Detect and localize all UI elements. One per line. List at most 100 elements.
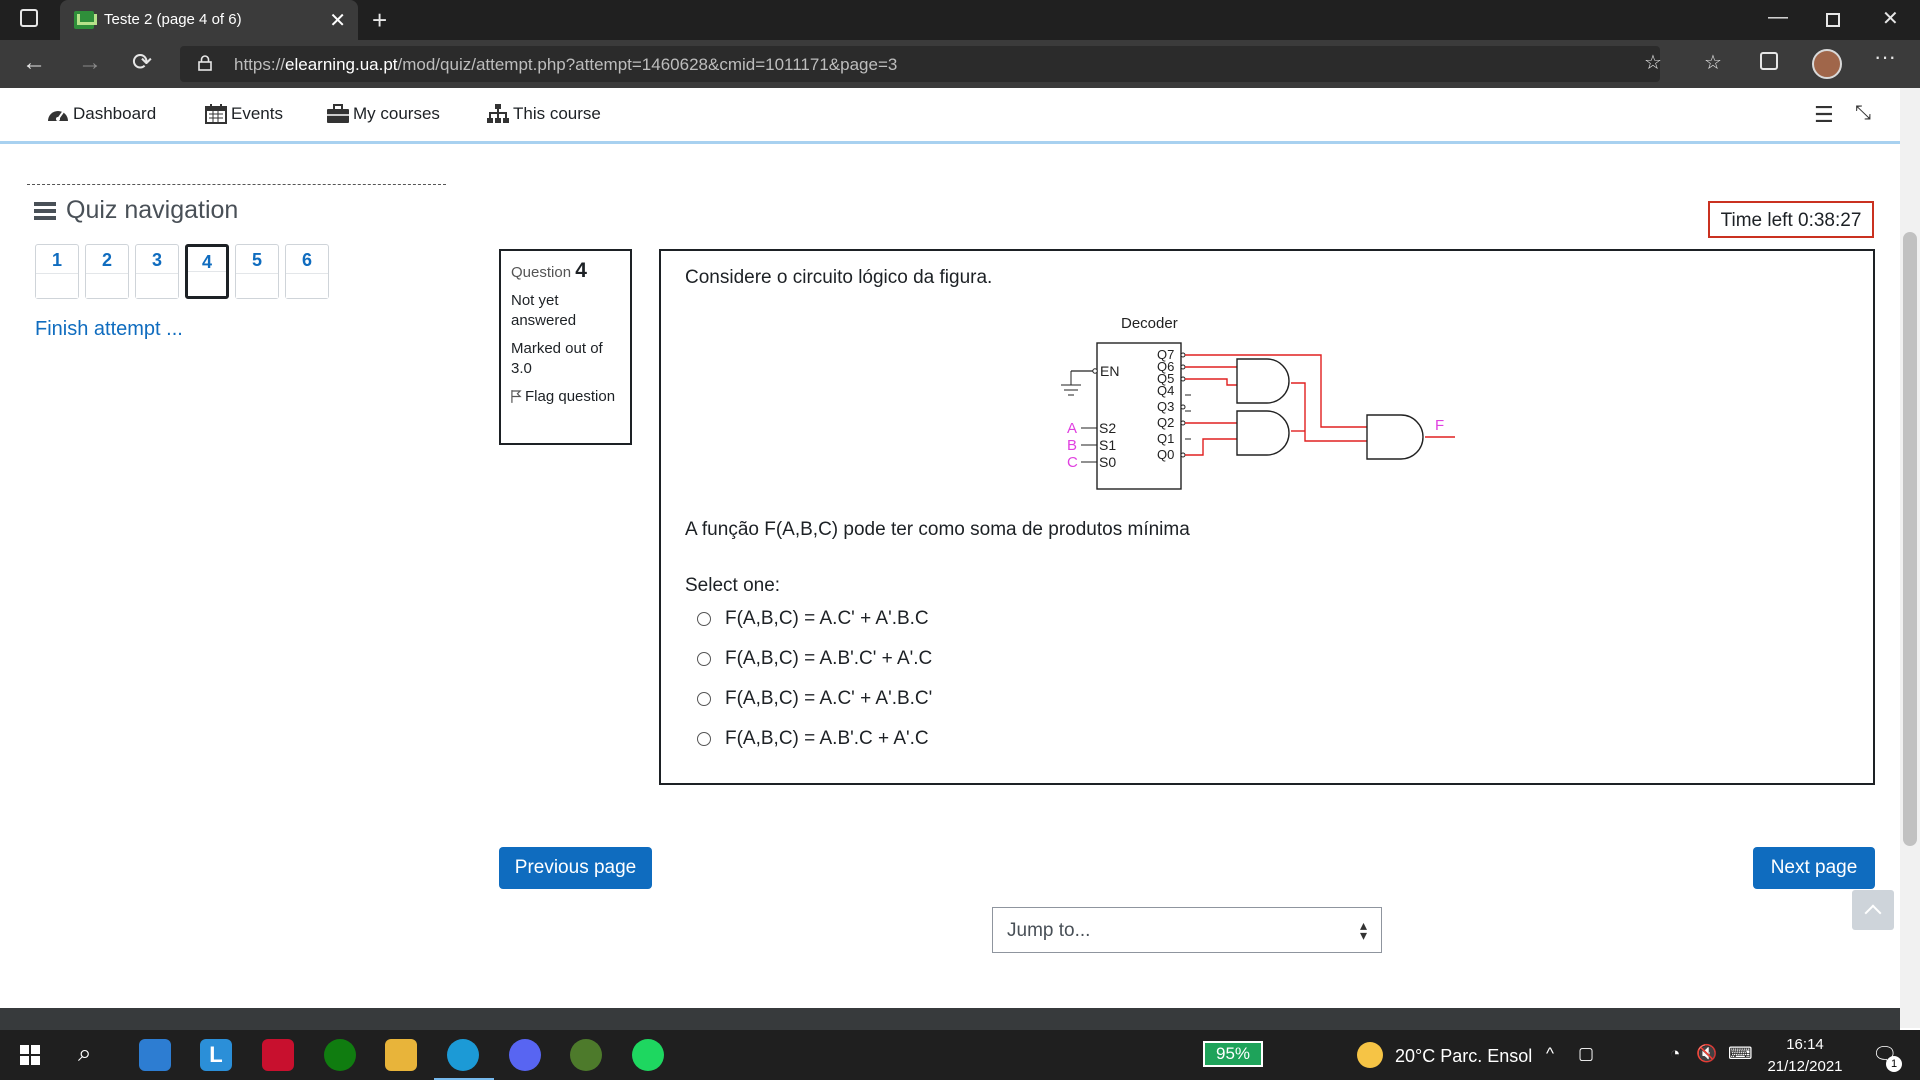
xbox-icon[interactable]	[324, 1039, 356, 1071]
show-hidden-icons-icon[interactable]: ^	[1546, 1044, 1554, 1064]
question-info: Question 4 Not yet answered Marked out o…	[499, 249, 632, 445]
windows-taskbar: ⌕ L	[0, 1030, 1920, 1080]
discord-icon[interactable]	[509, 1039, 541, 1071]
answer-option-4[interactable]: F(A,B,C) = A.B'.C + A'.C	[697, 728, 929, 750]
svg-text:Q3: Q3	[1157, 399, 1174, 414]
add-favorite-icon[interactable]: ☆	[1644, 50, 1662, 75]
spotify-icon[interactable]	[632, 1039, 664, 1071]
svg-text:A: A	[1067, 420, 1077, 437]
en-label: EN	[1100, 363, 1119, 379]
volume-muted-icon[interactable]: 🔇	[1696, 1044, 1717, 1064]
select-one-label: Select one:	[685, 575, 781, 596]
profile-avatar[interactable]	[1812, 49, 1842, 79]
question-content: Considere o circuito lógico da figura. D…	[659, 249, 1875, 785]
weather-icon	[1357, 1042, 1383, 1068]
search-icon[interactable]: ⌕	[78, 1040, 91, 1068]
browser-tab[interactable]: Teste 2 (page 4 of 6) ✕	[60, 0, 358, 40]
finish-attempt-link[interactable]: Finish attempt ...	[35, 318, 183, 341]
quiz-nav-question-5[interactable]: 5	[235, 244, 279, 299]
output-f-label: F	[1435, 417, 1444, 434]
weather-widget[interactable]: 20°C Parc. Ensol	[1395, 1046, 1532, 1067]
calendar-icon	[205, 104, 227, 124]
tfp-app-icon[interactable]	[570, 1039, 602, 1071]
quiz-nav-question-6[interactable]: 6	[285, 244, 329, 299]
scrollbar-thumb[interactable]	[1903, 232, 1917, 846]
browser-address-bar: ← → ⟳ https://elearning.ua.pt/mod/quiz/a…	[0, 40, 1920, 88]
decoder-label: Decoder	[1121, 315, 1178, 332]
select-arrows-icon: ▴ ▾	[1359, 917, 1367, 943]
jump-to-select[interactable]: Jump to... ▴ ▾	[992, 907, 1382, 953]
battery-indicator[interactable]: 95%	[1203, 1041, 1263, 1067]
network-icon[interactable]: ◔	[1670, 1044, 1680, 1064]
svg-text:Q0: Q0	[1157, 447, 1174, 462]
nav-events[interactable]: Events	[205, 104, 283, 124]
file-explorer-icon[interactable]	[385, 1039, 417, 1071]
svg-text:Q4: Q4	[1157, 383, 1174, 398]
nav-my-courses[interactable]: My courses	[327, 104, 440, 124]
back-icon[interactable]: ←	[22, 49, 46, 77]
forward-icon[interactable]: →	[78, 49, 102, 77]
refresh-icon[interactable]: ⟳	[132, 48, 152, 77]
tab-close-icon[interactable]: ✕	[329, 8, 346, 33]
url-text: https://elearning.ua.pt/mod/quiz/attempt…	[234, 55, 898, 74]
question-number: Question 4	[511, 259, 587, 282]
quiz-nav-question-1[interactable]: 1	[35, 244, 79, 299]
collections-icon[interactable]	[1760, 52, 1778, 70]
decoder-inputs: A B C S2 S1 S0	[1067, 420, 1116, 471]
quiz-nav-question-3[interactable]: 3	[135, 244, 179, 299]
svg-text:C: C	[1067, 454, 1078, 471]
tachometer-icon	[48, 111, 68, 121]
fullscreen-collapse-icon[interactable]: ⤡	[1855, 102, 1871, 125]
answer-radio-4[interactable]	[697, 732, 711, 746]
flag-question[interactable]: Flag question	[511, 387, 620, 407]
quiz-nav-divider	[27, 184, 446, 185]
new-tab-icon[interactable]: +	[372, 5, 387, 36]
svg-text:Q2: Q2	[1157, 415, 1174, 430]
nav-dashboard[interactable]: Dashboard	[47, 104, 156, 124]
answer-option-2[interactable]: F(A,B,C) = A.B'.C' + A'.C	[697, 648, 932, 670]
nav-this-course[interactable]: This course	[487, 104, 601, 124]
mcafee-icon[interactable]	[262, 1039, 294, 1071]
svg-text:S1: S1	[1099, 437, 1116, 453]
system-clock[interactable]: 16:14 21/12/2021	[1760, 1034, 1850, 1078]
mail-app-icon[interactable]	[139, 1039, 171, 1071]
favorites-icon[interactable]: ☆	[1704, 50, 1722, 75]
question-grade: Marked out of 3.0	[511, 340, 603, 377]
answer-option-3[interactable]: F(A,B,C) = A.C' + A'.B.C'	[697, 688, 932, 710]
briefcase-icon	[327, 104, 349, 123]
site-navbar: Dashboard Events My courses This course …	[0, 88, 1900, 144]
previous-page-button[interactable]: Previous page	[499, 847, 652, 889]
answer-option-1[interactable]: F(A,B,C) = A.C' + A'.B.C	[697, 608, 929, 630]
drawer-toggle-icon[interactable]: ☰	[1814, 102, 1834, 128]
question-state: Not yet answered	[511, 292, 577, 329]
minimize-icon[interactable]: —	[1768, 6, 1788, 29]
meet-now-icon[interactable]: ▢	[1578, 1044, 1594, 1064]
url-field[interactable]: https://elearning.ua.pt/mod/quiz/attempt…	[180, 46, 1660, 82]
windows-start-icon[interactable]	[20, 1045, 40, 1065]
next-page-button[interactable]: Next page	[1753, 847, 1875, 889]
menu-icon	[34, 201, 56, 220]
moodle-favicon-icon	[74, 11, 97, 29]
answer-radio-1[interactable]	[697, 612, 711, 626]
time-left-timer: Time left 0:38:27	[1708, 201, 1874, 238]
answer-radio-2[interactable]	[697, 652, 711, 666]
tab-actions-icon[interactable]	[20, 9, 38, 27]
quiz-navigation-title: Quiz navigation	[34, 196, 238, 225]
quiz-nav-question-4[interactable]: 4	[185, 244, 229, 299]
settings-more-icon[interactable]: ···	[1874, 44, 1896, 70]
answer-radio-3[interactable]	[697, 692, 711, 706]
edge-browser-icon[interactable]	[447, 1039, 479, 1071]
question-subtext: A função F(A,B,C) pode ter como soma de …	[685, 519, 1190, 540]
lock-icon	[198, 55, 212, 71]
restore-icon[interactable]	[1826, 13, 1840, 27]
back-to-top-button[interactable]	[1852, 890, 1894, 930]
and-gate-1	[1236, 358, 1290, 404]
close-window-icon[interactable]: ✕	[1882, 6, 1899, 31]
question-text: Considere o circuito lógico da figura.	[685, 267, 993, 288]
and-gate-2	[1236, 410, 1290, 456]
svg-text:Q1: Q1	[1157, 431, 1174, 446]
quiz-nav-question-2[interactable]: 2	[85, 244, 129, 299]
keyboard-icon[interactable]: ⌨	[1728, 1044, 1753, 1064]
launcher-l-app-icon[interactable]: L	[200, 1039, 232, 1071]
svg-text:B: B	[1067, 437, 1077, 454]
